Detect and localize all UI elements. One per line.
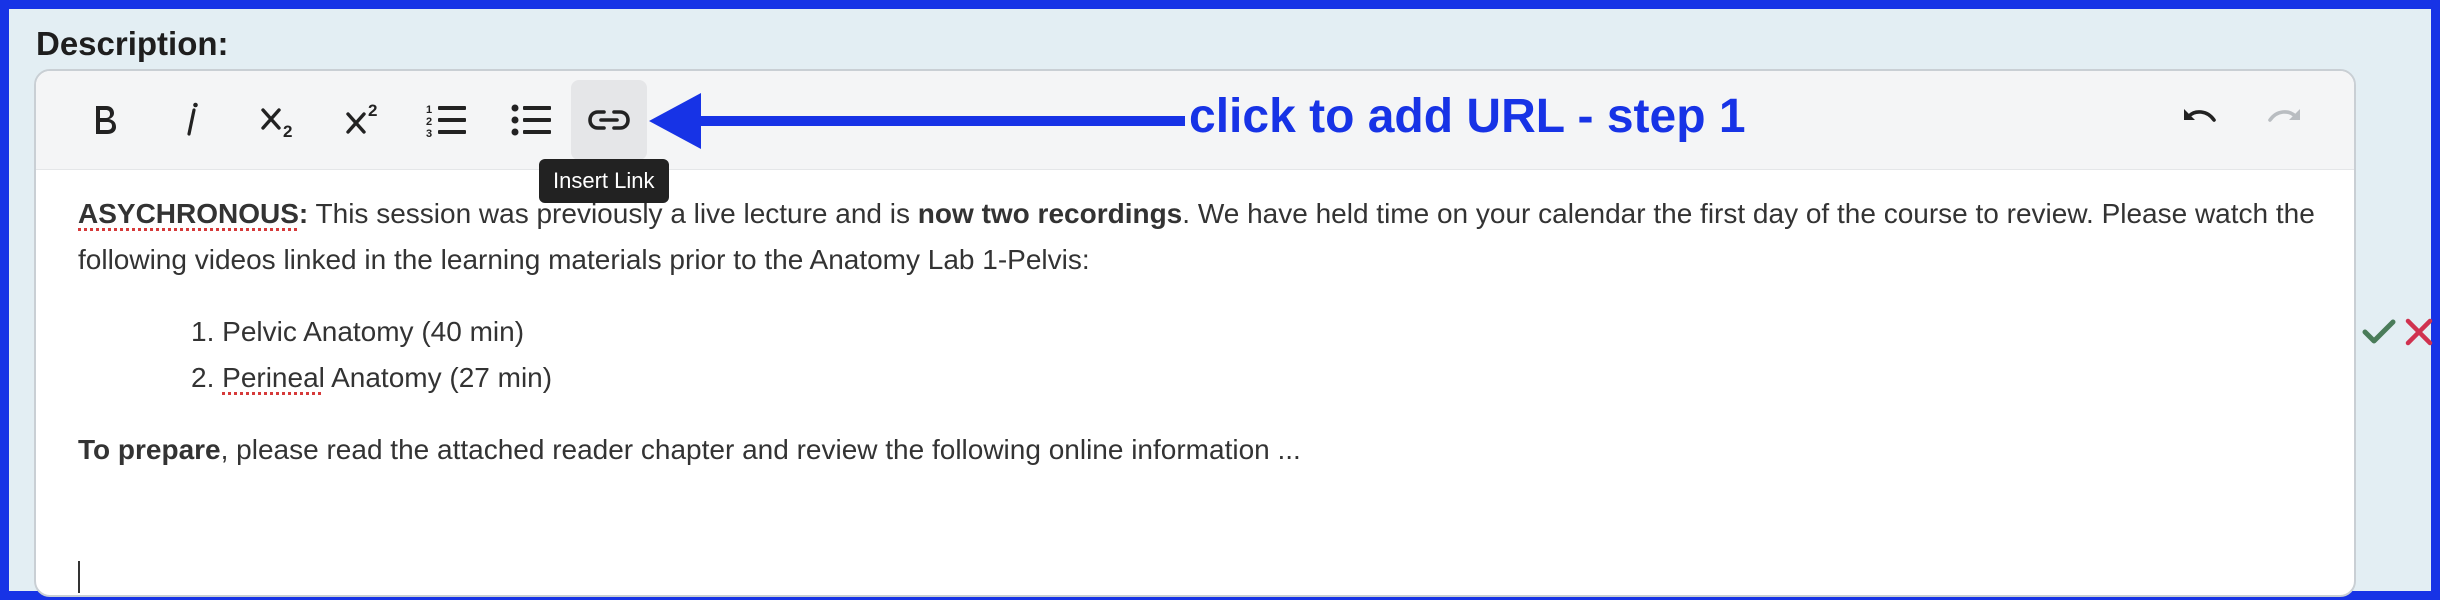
rich-text-editor[interactable]: 2 2 1 2 3 ASYCHRONOUS: This session was … (34, 69, 2356, 597)
list-item: 1. Pelvic Anatomy (40 min) (191, 309, 2324, 355)
editor-content[interactable]: ASYCHRONOUS: This session was previously… (78, 169, 2324, 473)
insert-link-button[interactable] (571, 80, 647, 160)
link-icon (588, 110, 630, 130)
text-caret (78, 561, 80, 593)
list-item: 2. Perineal Anatomy (27 min) (191, 355, 2324, 401)
intro-paragraph: ASYCHRONOUS: This session was previously… (78, 191, 2324, 283)
prepare-label: To prepare (78, 434, 221, 465)
ordered-list-icon: 1 2 3 (426, 104, 466, 140)
label-colon: : (298, 198, 309, 229)
list-number: 1. (191, 316, 215, 347)
svg-text:3: 3 (426, 128, 432, 140)
bulleted-list-button[interactable] (494, 80, 570, 160)
svg-text:2: 2 (368, 101, 377, 120)
redo-icon (2268, 109, 2300, 122)
annotation-text: click to add URL - step 1 (1189, 90, 1746, 143)
description-label: Description: (36, 25, 229, 62)
misspelled-word: Perineal (222, 362, 325, 393)
prepare-paragraph: To prepare, please read the attached rea… (78, 427, 2324, 473)
screenshot-frame: Description: 2 2 1 2 3 ASYCHRONOUS: This… (0, 0, 2440, 600)
annotation-arrow (649, 93, 1185, 149)
svg-text:2: 2 (426, 116, 432, 128)
superscript-icon: 2 (346, 101, 377, 134)
checkmark-icon (2362, 319, 2396, 344)
cancel-button[interactable] (2399, 312, 2439, 352)
undo-button[interactable] (2161, 80, 2237, 160)
close-icon (2405, 318, 2433, 346)
subscript-button[interactable]: 2 (241, 80, 317, 160)
svg-text:1: 1 (426, 104, 432, 116)
intro-bold-text: now two recordings (917, 198, 1183, 229)
redo-button[interactable] (2247, 80, 2323, 160)
insert-link-tooltip: Insert Link (539, 159, 669, 203)
confirm-button[interactable] (2359, 312, 2399, 352)
video-list: 1. Pelvic Anatomy (40 min) 2. Perineal A… (78, 309, 2324, 401)
ordered-list-button[interactable]: 1 2 3 (409, 80, 485, 160)
bulleted-list-icon (511, 104, 551, 136)
bold-icon (96, 106, 116, 134)
asynchronous-label: ASYCHRONOUS (78, 198, 299, 229)
undo-icon (2184, 109, 2216, 122)
list-text: Pelvic Anatomy (40 min) (222, 316, 525, 347)
italic-button[interactable] (154, 80, 230, 160)
list-number: 2. (191, 362, 215, 393)
italic-icon (187, 102, 198, 136)
list-text: Anatomy (27 min) (324, 362, 553, 393)
subscript-icon: 2 (261, 108, 292, 140)
bold-button[interactable] (67, 80, 143, 160)
superscript-button[interactable]: 2 (326, 80, 402, 160)
prepare-text: , please read the attached reader chapte… (220, 434, 1301, 465)
svg-text:2: 2 (283, 122, 292, 140)
